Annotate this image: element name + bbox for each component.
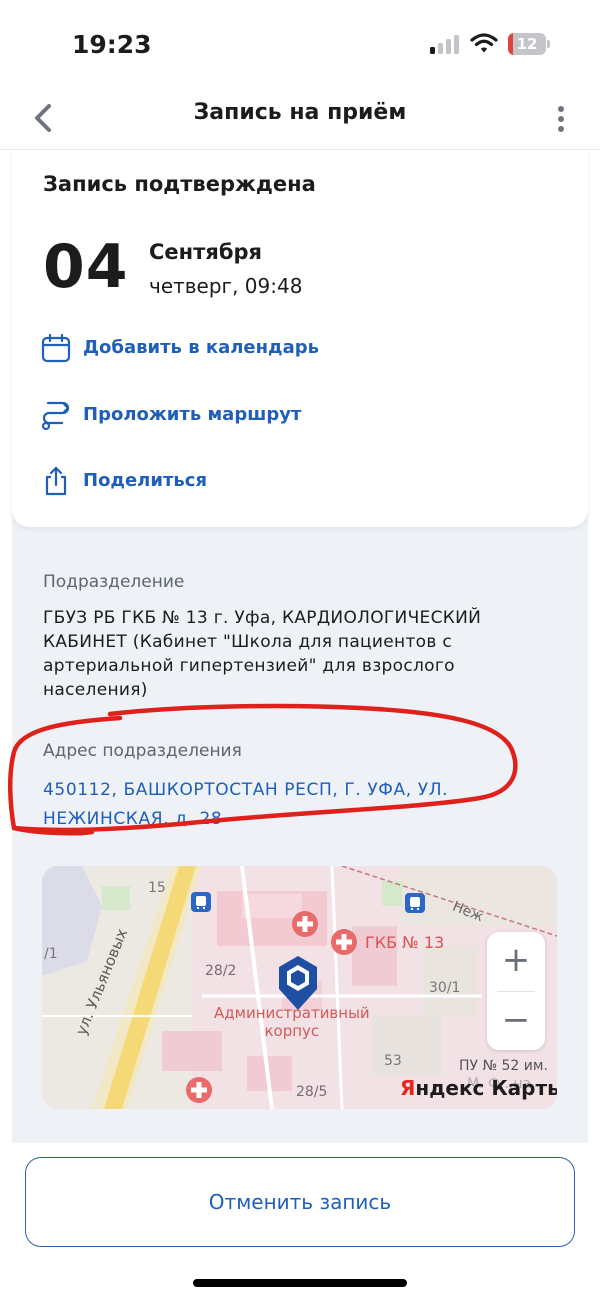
appointment-month: Сентября [149,240,262,264]
map-label-house-28-2: 28/2 [205,963,237,979]
map-label-house-53: 53 [384,1053,402,1069]
map-label-house-1: /1 [44,946,58,962]
nav-bar: Запись на приём [0,90,600,150]
bus-stop-icon [405,893,425,913]
map-label-house-30-1: 30/1 [429,980,461,996]
back-button[interactable] [22,96,66,140]
map-brand-logo[interactable]: Яндекс Карты [400,1076,557,1100]
hospital-cross-icon [292,911,318,937]
address-label: Адрес подразделения [43,741,242,761]
map-label-pu: ПУ № 52 им. [459,1058,548,1074]
map-label-hospital: ГКБ № 13 [365,933,445,952]
battery-level: 12 [516,35,538,53]
appointment-day: 04 [43,232,129,302]
appointment-status-title: Запись подтверждена [43,172,316,196]
zoom-out-button[interactable]: − [487,992,545,1050]
route-icon [41,401,70,431]
add-to-calendar-label: Добавить в календарь [83,337,319,358]
build-route-button[interactable]: Проложить маршрут [40,397,440,437]
page-title: Запись на приём [193,100,407,125]
calendar-icon [41,333,71,363]
share-icon [45,466,67,496]
appointment-weekday-time: четверг, 09:48 [149,274,303,298]
add-to-calendar-button[interactable]: Добавить в календарь [40,330,440,370]
hospital-cross-icon [186,1077,212,1103]
map-zoom-control: + − [487,932,545,1050]
division-label: Подразделение [43,572,185,592]
division-name: ГБУЗ РБ ГКБ № 13 г. Уфа, КАРДИОЛОГИЧЕСКИ… [43,608,482,700]
chevron-left-icon [35,104,51,132]
map-label-house-15: 15 [148,880,166,896]
build-route-label: Проложить маршрут [83,404,302,425]
cancel-appointment-button[interactable]: Отменить запись [25,1157,575,1247]
zoom-in-button[interactable]: + [487,932,545,990]
status-time: 19:23 [72,30,152,59]
share-label: Поделиться [83,470,208,491]
map-label-house-28-5: 28/5 [296,1084,328,1100]
cellular-signal-icon [430,34,462,54]
more-vertical-icon [558,106,564,112]
more-options-button[interactable] [546,96,576,140]
map-view[interactable]: 15 /1 28/2 30/1 53 28/5 ул. Ульяновых Не… [42,866,557,1109]
bus-stop-icon [191,892,211,912]
battery-icon: 12 [508,33,550,55]
appointment-card: Запись подтверждена 04 Сентября четверг,… [12,150,588,527]
wifi-icon [470,33,498,53]
hospital-cross-icon [331,929,357,955]
home-indicator[interactable] [193,1279,407,1287]
location-pin-icon[interactable] [275,954,321,1012]
share-button[interactable]: Поделиться [40,463,440,503]
status-bar: 19:23 12 [0,0,600,90]
address-link[interactable]: 450112, БАШКОРТОСТАН РЕСП, Г. УФА, УЛ. Н… [43,776,563,834]
